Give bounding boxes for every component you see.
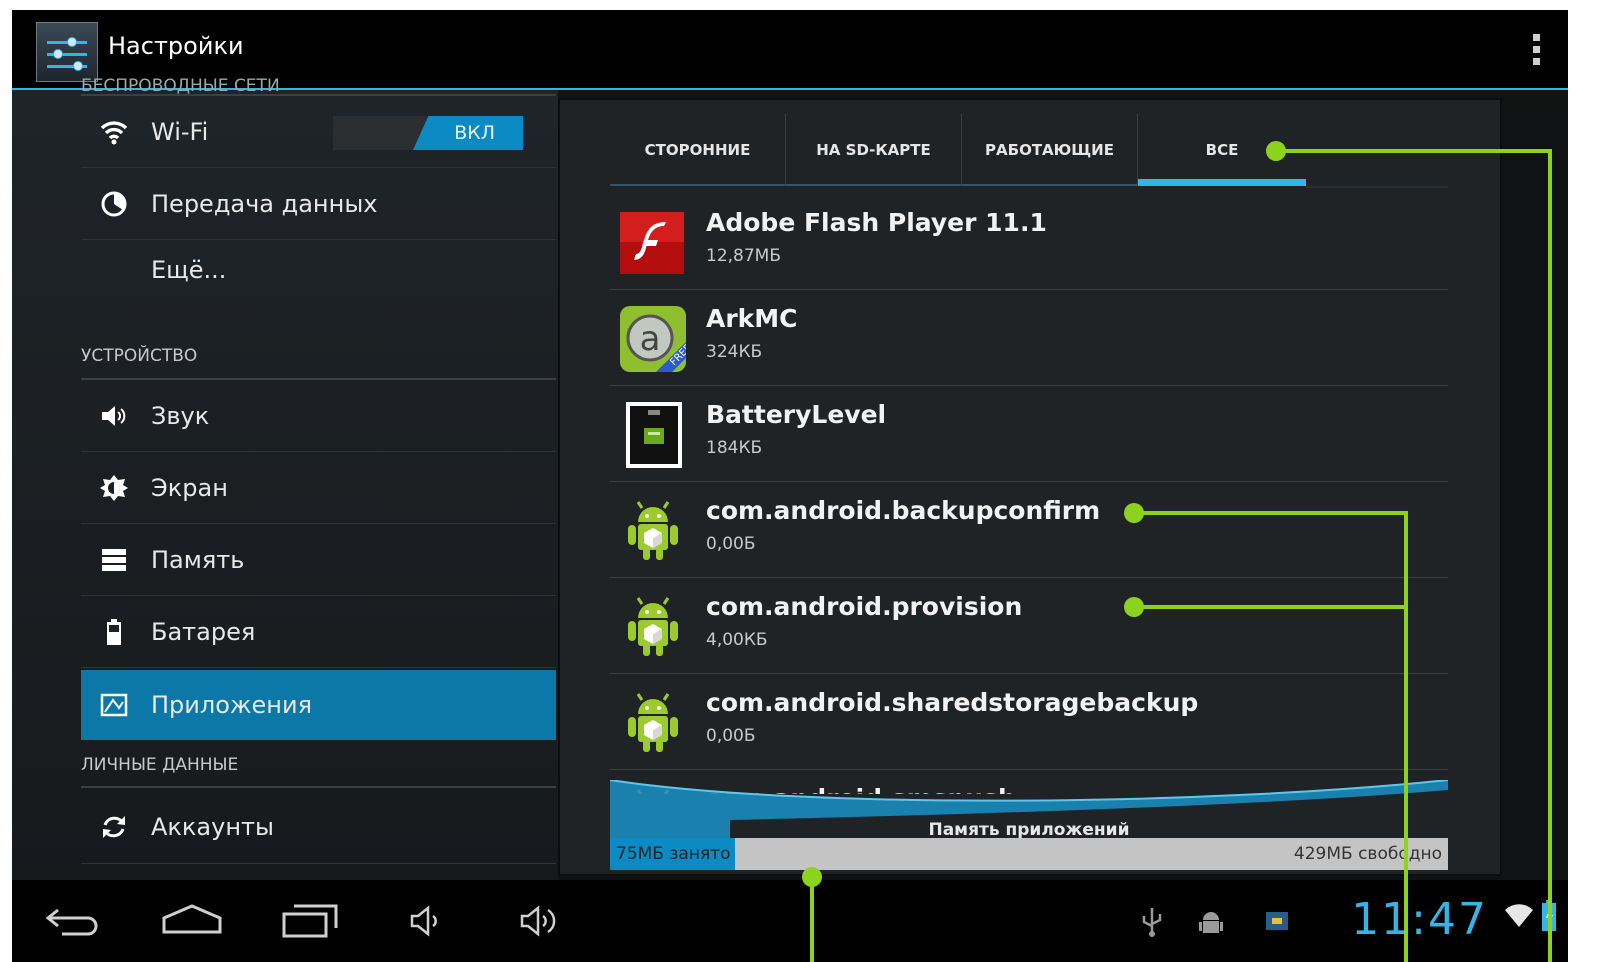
data-usage-icon (99, 189, 129, 219)
app-size: 0,00Б (706, 726, 756, 746)
notification-icon (1264, 910, 1290, 950)
wifi-icon (99, 117, 129, 147)
settings-item-sound[interactable]: Звук (81, 380, 556, 452)
settings-item-label: Экран (151, 473, 228, 502)
app-size: 4,00КБ (706, 630, 768, 650)
settings-item-accounts[interactable]: Аккаунты (81, 790, 556, 864)
settings-item-label: Батарея (151, 617, 256, 646)
app-row-provision[interactable]: com.android.provision 4,00КБ (610, 578, 1448, 674)
app-row-sharedstoragebackup[interactable]: com.android.sharedstoragebackup 0,00Б (610, 674, 1448, 770)
storage-label: Память приложений (928, 820, 1130, 840)
settings-item-label: Аккаунты (151, 812, 274, 841)
settings-item-label: Ещё... (151, 256, 227, 284)
storage-icon (99, 545, 129, 575)
storage-used-text: 75МБ занято (616, 844, 731, 864)
tab-label: РАБОТАЮЩИЕ (985, 141, 1114, 159)
settings-item-more[interactable]: Ещё... (81, 240, 556, 298)
sound-icon (99, 401, 129, 431)
settings-item-apps[interactable]: Приложения (81, 670, 556, 740)
recent-apps-icon[interactable] (280, 902, 340, 942)
app-row-arkmc[interactable]: a FREE ArkMC 324КБ (610, 290, 1448, 386)
settings-item-label: Память (151, 545, 245, 574)
callout-line (1548, 149, 1552, 962)
app-name: Adobe Flash Player 11.1 (706, 208, 1047, 237)
tab-third-party[interactable]: СТОРОННИЕ (610, 114, 786, 186)
tab-running[interactable]: РАБОТАЮЩИЕ (962, 114, 1138, 186)
overflow-menu-icon[interactable] (1532, 34, 1542, 68)
app-row-flash[interactable]: Adobe Flash Player 11.1 12,87МБ (610, 194, 1448, 290)
app-size: 0,00Б (706, 534, 756, 554)
flash-icon (620, 210, 686, 276)
settings-item-display[interactable]: Экран (81, 452, 556, 524)
sync-icon (99, 812, 129, 842)
apps-icon (99, 690, 129, 720)
section-wireless: БЕСПРОВОДНЫЕ СЕТИ (81, 76, 556, 96)
system-nav-bar: 11:47 (12, 880, 1568, 962)
battery-icon (99, 617, 129, 647)
app-size: 184КБ (706, 438, 763, 458)
apps-panel: СТОРОННИЕ НА SD-КАРТЕ РАБОТАЮЩИЕ ВСЕ Ado… (558, 98, 1502, 876)
storage-bar: 75МБ занято 429МБ свободно (610, 838, 1448, 870)
settings-item-label: Wi-Fi (151, 117, 209, 146)
app-name: com.android.sharedstoragebackup (706, 688, 1199, 717)
settings-item-battery[interactable]: Батарея (81, 596, 556, 668)
callout-line (1280, 149, 1552, 153)
app-row-batterylevel[interactable]: BatteryLevel 184КБ (610, 386, 1448, 482)
app-size: 324КБ (706, 342, 763, 362)
callout-dot (1266, 141, 1286, 161)
app-row-backupconfirm[interactable]: com.android.backupconfirm 0,00Б (610, 482, 1448, 578)
wifi-toggle[interactable]: ВКЛ (333, 116, 523, 150)
wifi-signal-icon (1504, 900, 1534, 940)
callout-line (810, 877, 814, 962)
settings-item-data-usage[interactable]: Передача данных (81, 168, 556, 240)
device-screen: Настройки БЕСПРОВОДНЫЕ СЕТИ Wi-Fi ВКЛ Пе… (12, 10, 1568, 962)
callout-line (1136, 605, 1408, 609)
usb-icon (1140, 906, 1164, 946)
android-icon (620, 498, 686, 564)
settings-item-label: Приложения (151, 691, 313, 719)
tab-sd-card[interactable]: НА SD-КАРТЕ (786, 114, 962, 186)
callout-dot (1124, 503, 1144, 523)
arkmc-icon: a FREE (620, 306, 694, 372)
debug-icon (1198, 906, 1224, 946)
back-icon[interactable] (44, 902, 102, 942)
home-icon[interactable] (160, 902, 224, 942)
settings-item-label: Передача данных (151, 189, 378, 218)
storage-free-text: 429МБ свободно (1293, 844, 1442, 864)
section-personal: ЛИЧНЫЕ ДАННЫЕ (81, 752, 556, 788)
settings-list: БЕСПРОВОДНЫЕ СЕТИ Wi-Fi ВКЛ Передача дан… (12, 76, 558, 880)
app-name: ArkMC (706, 304, 798, 333)
battery-level-icon (620, 402, 686, 468)
page-title: Настройки (108, 32, 244, 60)
svg-text:a: a (640, 319, 661, 359)
app-name: com.android.backupconfirm (706, 496, 1101, 525)
brightness-icon (99, 473, 129, 503)
volume-up-icon[interactable] (518, 902, 562, 942)
apps-list: Adobe Flash Player 11.1 12,87МБ a FREE Ar… (610, 194, 1448, 794)
app-size: 12,87МБ (706, 246, 781, 266)
settings-item-storage[interactable]: Память (81, 524, 556, 596)
callout-line (1404, 511, 1408, 962)
callout-line (1136, 511, 1408, 515)
volume-down-icon[interactable] (408, 902, 444, 942)
settings-item-wifi[interactable]: Wi-Fi ВКЛ (81, 96, 556, 168)
app-name: BatteryLevel (706, 400, 887, 429)
tab-label: НА SD-КАРТЕ (816, 141, 931, 159)
android-icon (620, 594, 686, 660)
wifi-toggle-on-label: ВКЛ (413, 116, 523, 150)
app-name: com.android.provision (706, 592, 1023, 621)
android-icon (620, 690, 686, 756)
clock[interactable]: 11:47 (1351, 894, 1488, 945)
settings-item-label: Звук (151, 401, 210, 430)
tab-label: СТОРОННИЕ (644, 141, 751, 159)
callout-dot (802, 867, 822, 887)
section-device: УСТРОЙСТВО (81, 342, 556, 380)
settings-app-icon[interactable] (36, 22, 98, 82)
callout-dot (1124, 597, 1144, 617)
tab-label: ВСЕ (1205, 141, 1239, 159)
